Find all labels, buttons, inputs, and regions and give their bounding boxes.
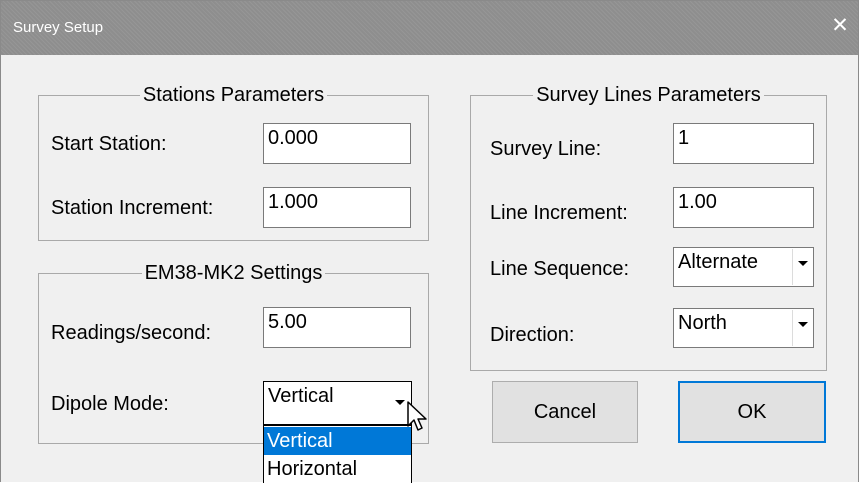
title-bar[interactable]: Survey Setup ✕ (1, 1, 858, 55)
window-title: Survey Setup (13, 19, 104, 36)
direction-select[interactable]: North (673, 308, 814, 348)
line-sequence-dropdown-button[interactable] (792, 249, 812, 285)
line-increment-label: Line Increment: (490, 202, 628, 224)
line-sequence-label: Line Sequence: (490, 258, 630, 280)
em38-settings-legend: EM38-MK2 Settings (39, 261, 428, 285)
ok-button[interactable]: OK (678, 381, 826, 443)
line-increment-input[interactable]: 1.00 (673, 187, 814, 228)
dipole-mode-label: Dipole Mode: (51, 393, 169, 415)
survey-line-label: Survey Line: (490, 138, 602, 160)
station-increment-input[interactable]: 1.000 (263, 187, 411, 228)
readings-per-second-label: Readings/second: (51, 322, 212, 344)
chevron-down-icon (395, 400, 405, 405)
direction-dropdown-button[interactable] (792, 310, 812, 346)
survey-setup-dialog: Survey Setup ✕ Stations Parameters Start… (0, 0, 859, 483)
start-station-label: Start Station: (51, 133, 167, 155)
dropdown-option-vertical[interactable]: Vertical (264, 427, 411, 455)
line-sequence-value: Alternate (678, 251, 759, 273)
direction-label: Direction: (490, 324, 575, 346)
chevron-down-icon (798, 322, 808, 327)
chevron-down-icon (798, 261, 808, 266)
survey-lines-parameters-legend: Survey Lines Parameters (471, 83, 826, 107)
dipole-mode-dropdown-list: Vertical Horizontal (263, 425, 412, 483)
readings-per-second-input[interactable]: 5.00 (263, 307, 411, 348)
cancel-button[interactable]: Cancel (492, 381, 638, 443)
dipole-mode-select[interactable]: Vertical (263, 381, 412, 425)
direction-value: North (678, 312, 727, 334)
stations-parameters-legend: Stations Parameters (39, 83, 428, 107)
line-sequence-select[interactable]: Alternate (673, 247, 814, 287)
station-increment-label: Station Increment: (51, 197, 214, 219)
close-icon[interactable]: ✕ (828, 14, 852, 38)
mouse-pointer-icon (407, 401, 427, 431)
survey-line-input[interactable]: 1 (673, 123, 814, 164)
dropdown-option-horizontal[interactable]: Horizontal (264, 455, 411, 483)
start-station-input[interactable]: 0.000 (263, 123, 411, 164)
dipole-mode-value: Vertical (268, 385, 334, 407)
